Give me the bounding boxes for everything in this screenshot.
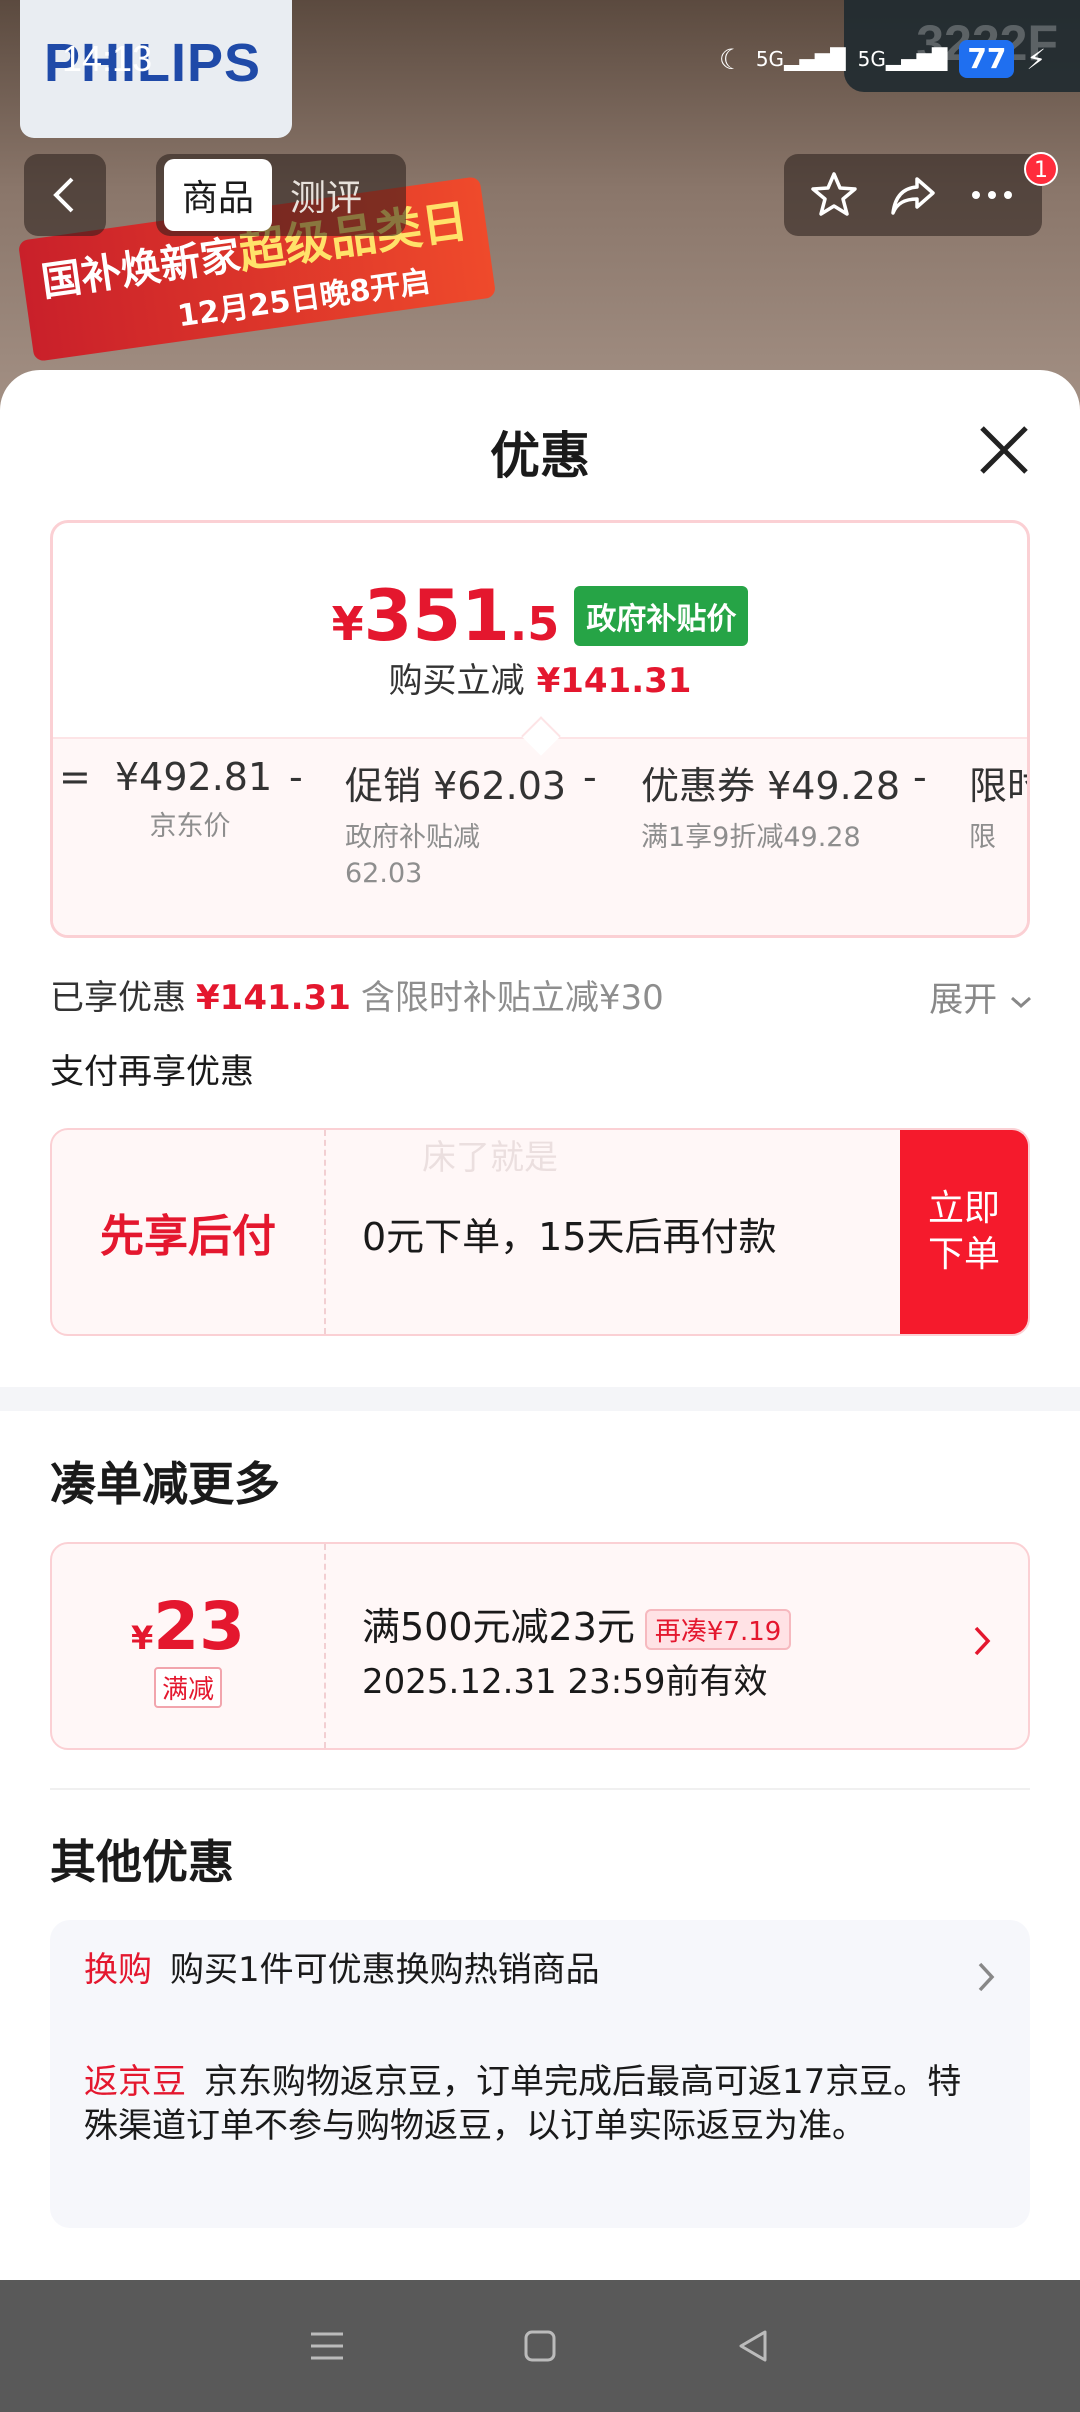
coupon-amount: ¥23 <box>130 1588 246 1665</box>
bundle-title: 凑单减更多 <box>50 1457 280 1511</box>
expand-label: 展开 <box>929 980 998 1020</box>
save-amount: ¥141.31 <box>536 661 692 701</box>
coupon-remaining-pill: 再凑¥7.19 <box>644 1609 792 1650</box>
price-row: ¥351.5 政府补贴价 <box>53 575 1027 657</box>
price-card: ¥351.5 政府补贴价 购买立减 ¥141.31 = ¥492.81 京东价 -… <box>50 520 1030 938</box>
breakdown-value: 限时 <box>969 764 1027 808</box>
save-label: 购买立减 <box>388 661 525 701</box>
sheet-title: 优惠 <box>490 427 590 485</box>
signal-icon-1: 5G▂▄▆█ <box>755 47 846 71</box>
breakdown-sub: 限 <box>969 822 996 853</box>
status-bar: 14:13 ☾ 5G▂▄▆█ 5G▂▄▆█ 77 ⚡ <box>0 0 1080 120</box>
bnpl-watermark: 床了就是 <box>422 1138 558 1178</box>
bnpl-card[interactable]: 先享后付 床了就是 0元下单，15天后再付款 立即 下单 <box>50 1128 1030 1336</box>
back-button[interactable] <box>24 154 106 236</box>
breakdown-value: ¥492.81 <box>115 755 273 799</box>
chevron-left-icon <box>53 177 74 213</box>
minus-sign: - <box>583 755 597 799</box>
gov-subsidy-tag: 政府补贴价 <box>574 586 749 646</box>
trade-in-label: 换购 <box>84 1950 152 1990</box>
breakdown-sub: 满1享9折减49.28 <box>641 822 861 853</box>
section-divider <box>50 1788 1030 1790</box>
status-time: 14:13 <box>62 38 153 79</box>
breakdown-item-limited: 限时 限 <box>969 755 1027 856</box>
trade-in-item[interactable]: 换购 购买1件可优惠换购热销商品 <box>84 1948 944 1992</box>
chevron-right-icon[interactable] <box>972 1624 992 1658</box>
order-now-button[interactable]: 立即 下单 <box>900 1130 1028 1334</box>
final-price: ¥351.5 <box>331 575 560 657</box>
chevron-down-icon <box>1011 996 1031 1009</box>
breakdown-sub: 政府补贴减 62.03 <box>345 822 480 889</box>
close-icon[interactable] <box>974 420 1034 480</box>
tab-product[interactable]: 商品 <box>164 159 273 231</box>
share-icon[interactable] <box>887 169 939 221</box>
coupon-type-tag: 满减 <box>153 1667 222 1708</box>
section-gap <box>0 1387 1080 1411</box>
coupon-expiry: 2025.12.31 23:59前有效 <box>362 1662 768 1702</box>
discount-sheet: 优惠 ¥351.5 政府补贴价 购买立减 ¥141.31 = ¥492.81 京东… <box>0 370 1080 2280</box>
notification-badge: 1 <box>1024 152 1058 186</box>
top-tabs: 商品 测评 <box>156 154 406 236</box>
back-triangle-icon[interactable] <box>733 2326 773 2366</box>
enjoyed-label: 已享优惠 <box>50 978 186 1018</box>
chevron-right-icon[interactable] <box>976 1960 996 1994</box>
bnpl-label: 先享后付 <box>52 1130 326 1334</box>
signal-icon-2: 5G▂▄▆█ <box>857 47 948 71</box>
star-icon[interactable] <box>808 169 860 221</box>
enjoyed-discount: 已享优惠 ¥141.31 含限时补贴立减¥30 <box>50 970 664 1019</box>
other-discounts-box: 换购 购买1件可优惠换购热销商品 返京豆 京东购物返京豆，订单完成后最高可返17京豆… <box>50 1920 1030 2228</box>
status-icons: ☾ 5G▂▄▆█ 5G▂▄▆█ 77 ⚡ <box>719 40 1046 78</box>
save-row: 购买立减 ¥141.31 <box>53 653 1027 702</box>
minus-sign: - <box>913 755 927 799</box>
home-icon[interactable] <box>520 2326 560 2366</box>
breakdown-sub: 京东价 <box>149 811 231 842</box>
bnpl-text: 0元下单，15天后再付款 <box>362 1215 777 1259</box>
equals-sign: = <box>59 755 91 799</box>
top-right-actions <box>784 154 1042 236</box>
tab-review[interactable]: 测评 <box>272 159 380 231</box>
enjoyed-note: 含限时补贴立减¥30 <box>360 978 664 1018</box>
breakdown-value: 优惠券 ¥49.28 <box>641 764 901 808</box>
trade-in-text: 购买1件可优惠换购热销商品 <box>170 1950 600 1990</box>
breakdown-item-coupon: 优惠券 ¥49.28 满1享9折减49.28 <box>641 755 900 856</box>
coupon-value-area: ¥23 满减 <box>52 1544 326 1748</box>
coupon-card[interactable]: ¥23 满减 满500元减23元 再凑¥7.19 2025.12.31 23:59… <box>50 1542 1030 1750</box>
other-title: 其他优惠 <box>50 1835 234 1889</box>
moon-icon: ☾ <box>718 42 744 76</box>
coupon-title: 满500元减23元 再凑¥7.19 <box>362 1596 792 1651</box>
jd-beans-item: 返京豆 京东购物返京豆，订单完成后最高可返17京豆。特殊渠道订单不参与购物返豆，以… <box>84 2060 984 2148</box>
pay-more-title: 支付再享优惠 <box>50 1052 254 1092</box>
menu-icon[interactable] <box>307 2326 347 2366</box>
charging-icon: ⚡ <box>1026 42 1046 76</box>
jd-beans-label: 返京豆 <box>84 2062 186 2102</box>
minus-sign: - <box>289 755 303 799</box>
more-icon[interactable] <box>966 169 1018 221</box>
expand-button[interactable]: 展开 <box>929 972 1034 1021</box>
enjoyed-amount: ¥141.31 <box>196 978 351 1018</box>
breakdown-item-promo: 促销 ¥62.03 政府补贴减 62.03 <box>345 755 566 892</box>
battery-level: 77 <box>959 40 1015 78</box>
breakdown-value: 促销 ¥62.03 <box>345 764 567 808</box>
system-nav-bar <box>0 2280 1080 2412</box>
jd-beans-text: 京东购物返京豆，订单完成后最高可返17京豆。特殊渠道订单不参与购物返豆，以订单实… <box>84 2062 962 2146</box>
breakdown-item-jd-price: ¥492.81 京东价 <box>115 755 273 845</box>
